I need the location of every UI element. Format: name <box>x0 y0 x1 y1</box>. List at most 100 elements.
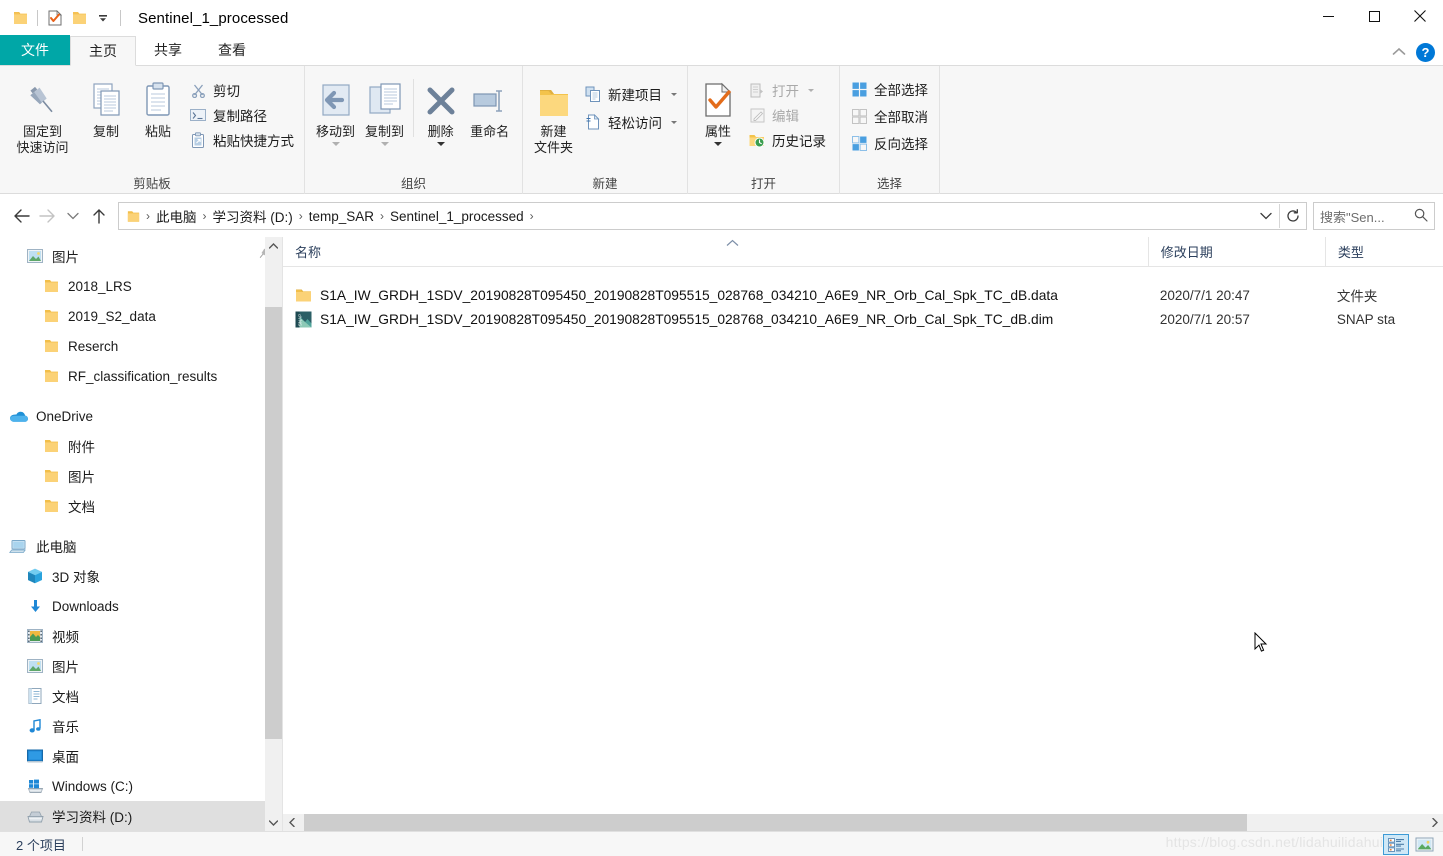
sidebar-item-attachments[interactable]: 附件 <box>0 431 282 461</box>
open-caret-icon[interactable] <box>808 88 814 92</box>
select-all-button[interactable]: 全部选择 <box>846 78 932 100</box>
cut-button[interactable]: 剪切 <box>185 79 298 101</box>
navigation-pane-scrollbar[interactable] <box>265 237 282 831</box>
sidebar-item-pictures-quick[interactable]: 图片 <box>0 241 282 271</box>
collapse-ribbon-icon[interactable] <box>1392 44 1406 62</box>
breadcrumb-item-0[interactable]: 此电脑 <box>152 204 201 228</box>
tab-share[interactable]: 共享 <box>136 35 200 65</box>
sidebar-item-this-pc[interactable]: 此电脑 <box>0 531 282 561</box>
table-row[interactable]: SNAP S1A_IW_GRDH_1SDV_20190828T095450_20… <box>283 307 1443 331</box>
properties-caret-icon[interactable] <box>714 142 722 146</box>
details-view-button[interactable] <box>1383 834 1409 855</box>
file-list-horizontal-scrollbar[interactable] <box>283 814 1443 831</box>
scroll-right-arrow-icon[interactable] <box>1426 814 1443 831</box>
move-to-caret-icon[interactable] <box>331 142 340 146</box>
sidebar-item-2018-lrs[interactable]: 2018_LRS <box>0 271 282 301</box>
sidebar-item-windows-c[interactable]: Windows (C:) <box>0 771 282 801</box>
table-row[interactable]: S1A_IW_GRDH_1SDV_20190828T095450_2019082… <box>283 283 1443 307</box>
copy-to-button[interactable]: 复制到 <box>360 73 409 146</box>
sidebar-item-study-material-d[interactable]: 学习资料 (D:) <box>0 801 282 831</box>
sidebar-item-3d-objects[interactable]: 3D 对象 <box>0 561 282 591</box>
maximize-button[interactable] <box>1351 0 1397 32</box>
select-none-button[interactable]: 全部取消 <box>846 105 932 127</box>
breadcrumb-item-2[interactable]: temp_SAR <box>305 204 378 228</box>
up-button[interactable] <box>86 201 112 231</box>
refresh-icon[interactable] <box>1280 203 1306 229</box>
tab-file[interactable]: 文件 <box>0 35 70 65</box>
sidebar-item-videos[interactable]: 视频 <box>0 621 282 651</box>
sidebar-item-downloads[interactable]: Downloads <box>0 591 282 621</box>
scroll-down-arrow-icon[interactable] <box>265 814 282 831</box>
sidebar-item-documents[interactable]: 文档 <box>0 681 282 711</box>
paste-button[interactable]: 粘贴 <box>133 73 183 140</box>
hscroll-thumb[interactable] <box>304 814 1247 831</box>
minimize-button[interactable] <box>1305 0 1351 32</box>
hscroll-track[interactable] <box>300 814 1426 831</box>
column-header-type[interactable]: 类型 <box>1324 237 1443 267</box>
paste-shortcut-button[interactable]: 粘贴快捷方式 <box>185 129 298 151</box>
invert-selection-button[interactable]: 反向选择 <box>846 132 932 154</box>
breadcrumb-item-3[interactable]: Sentinel_1_processed <box>386 204 528 228</box>
nav-scroll-thumb[interactable] <box>265 307 282 739</box>
sidebar-item-2019-s2-data[interactable]: 2019_S2_data <box>0 301 282 331</box>
edit-button[interactable]: 编辑 <box>744 104 830 126</box>
properties-icon[interactable] <box>43 6 67 30</box>
address-breadcrumb-bar[interactable]: › 此电脑 › 学习资料 (D:) › temp_SAR › Sentinel_… <box>118 202 1307 230</box>
sidebar-item-onedrive-pictures[interactable]: 图片 <box>0 461 282 491</box>
search-input[interactable]: 搜索"Sen... <box>1313 202 1435 230</box>
copy-to-caret-icon[interactable] <box>380 142 389 146</box>
sidebar-item-onedrive-documents[interactable]: 文档 <box>0 491 282 521</box>
copy-button[interactable]: 复制 <box>81 73 131 140</box>
column-header-name[interactable]: 名称 <box>283 237 1148 267</box>
recent-locations-button[interactable] <box>60 201 86 231</box>
copy-path-button[interactable]: 复制路径 <box>185 104 298 126</box>
open-icon <box>748 81 766 99</box>
scroll-left-arrow-icon[interactable] <box>283 814 300 831</box>
breadcrumb-separator-0[interactable]: › <box>144 209 152 223</box>
customize-qat-icon[interactable] <box>91 6 115 30</box>
move-to-button[interactable]: 移动到 <box>311 73 360 146</box>
breadcrumb-separator-3[interactable]: › <box>378 209 386 223</box>
back-button[interactable] <box>8 201 34 231</box>
pin-icon <box>23 77 63 121</box>
sidebar-item-rf-classification-results[interactable]: RF_classification_results <box>0 361 282 391</box>
easy-access-caret-icon[interactable] <box>671 120 677 124</box>
rename-button[interactable]: 重命名 <box>463 73 516 140</box>
folder-icon[interactable] <box>8 6 32 30</box>
new-item-button[interactable]: 新建项目 <box>580 83 681 105</box>
history-button[interactable]: 历史记录 <box>744 129 830 151</box>
delete-caret-icon[interactable] <box>436 142 445 146</box>
help-icon[interactable]: ? <box>1416 43 1435 62</box>
new-folder-icon[interactable] <box>67 6 91 30</box>
sidebar-item-music[interactable]: 音乐 <box>0 711 282 741</box>
nav-scroll-track[interactable] <box>265 254 282 814</box>
sidebar-item-reserch[interactable]: Reserch <box>0 331 282 361</box>
address-dropdown-icon[interactable] <box>1253 203 1279 229</box>
ribbon-group-organize: 移动到 复制到 删除 重命名 组织 <box>305 66 523 194</box>
tab-view[interactable]: 查看 <box>200 35 264 65</box>
tab-home[interactable]: 主页 <box>70 36 136 66</box>
breadcrumb-separator-4[interactable]: › <box>528 209 536 223</box>
new-folder-button[interactable]: 新建 文件夹 <box>529 73 578 156</box>
column-header-modified[interactable]: 修改日期 <box>1147 237 1325 267</box>
scroll-up-arrow-icon[interactable] <box>265 237 282 254</box>
file-name-cell[interactable]: S1A_IW_GRDH_1SDV_20190828T095450_2019082… <box>283 288 1148 303</box>
file-name-cell[interactable]: SNAP S1A_IW_GRDH_1SDV_20190828T095450_20… <box>283 311 1148 328</box>
sidebar-item-onedrive[interactable]: OneDrive <box>0 401 282 431</box>
breadcrumb-item-1[interactable]: 学习资料 (D:) <box>209 204 297 228</box>
properties-button[interactable]: 属性 <box>694 73 742 146</box>
new-item-caret-icon[interactable] <box>671 92 677 96</box>
close-button[interactable] <box>1397 0 1443 32</box>
delete-button[interactable]: 删除 <box>418 73 463 146</box>
open-button[interactable]: 打开 <box>744 79 830 101</box>
sidebar-item-pictures[interactable]: 图片 <box>0 651 282 681</box>
sidebar-item-desktop[interactable]: 桌面 <box>0 741 282 771</box>
large-icons-view-button[interactable] <box>1411 834 1437 855</box>
breadcrumb-separator-1[interactable]: › <box>201 209 209 223</box>
forward-button[interactable] <box>34 201 60 231</box>
pin-to-quick-access-button[interactable]: 固定到 快速访问 <box>6 73 79 156</box>
easy-access-button[interactable]: 轻松访问 <box>580 111 681 133</box>
breadcrumb-separator-2[interactable]: › <box>297 209 305 223</box>
breadcrumb-root-icon[interactable] <box>121 204 144 228</box>
search-icon[interactable] <box>1414 208 1428 225</box>
